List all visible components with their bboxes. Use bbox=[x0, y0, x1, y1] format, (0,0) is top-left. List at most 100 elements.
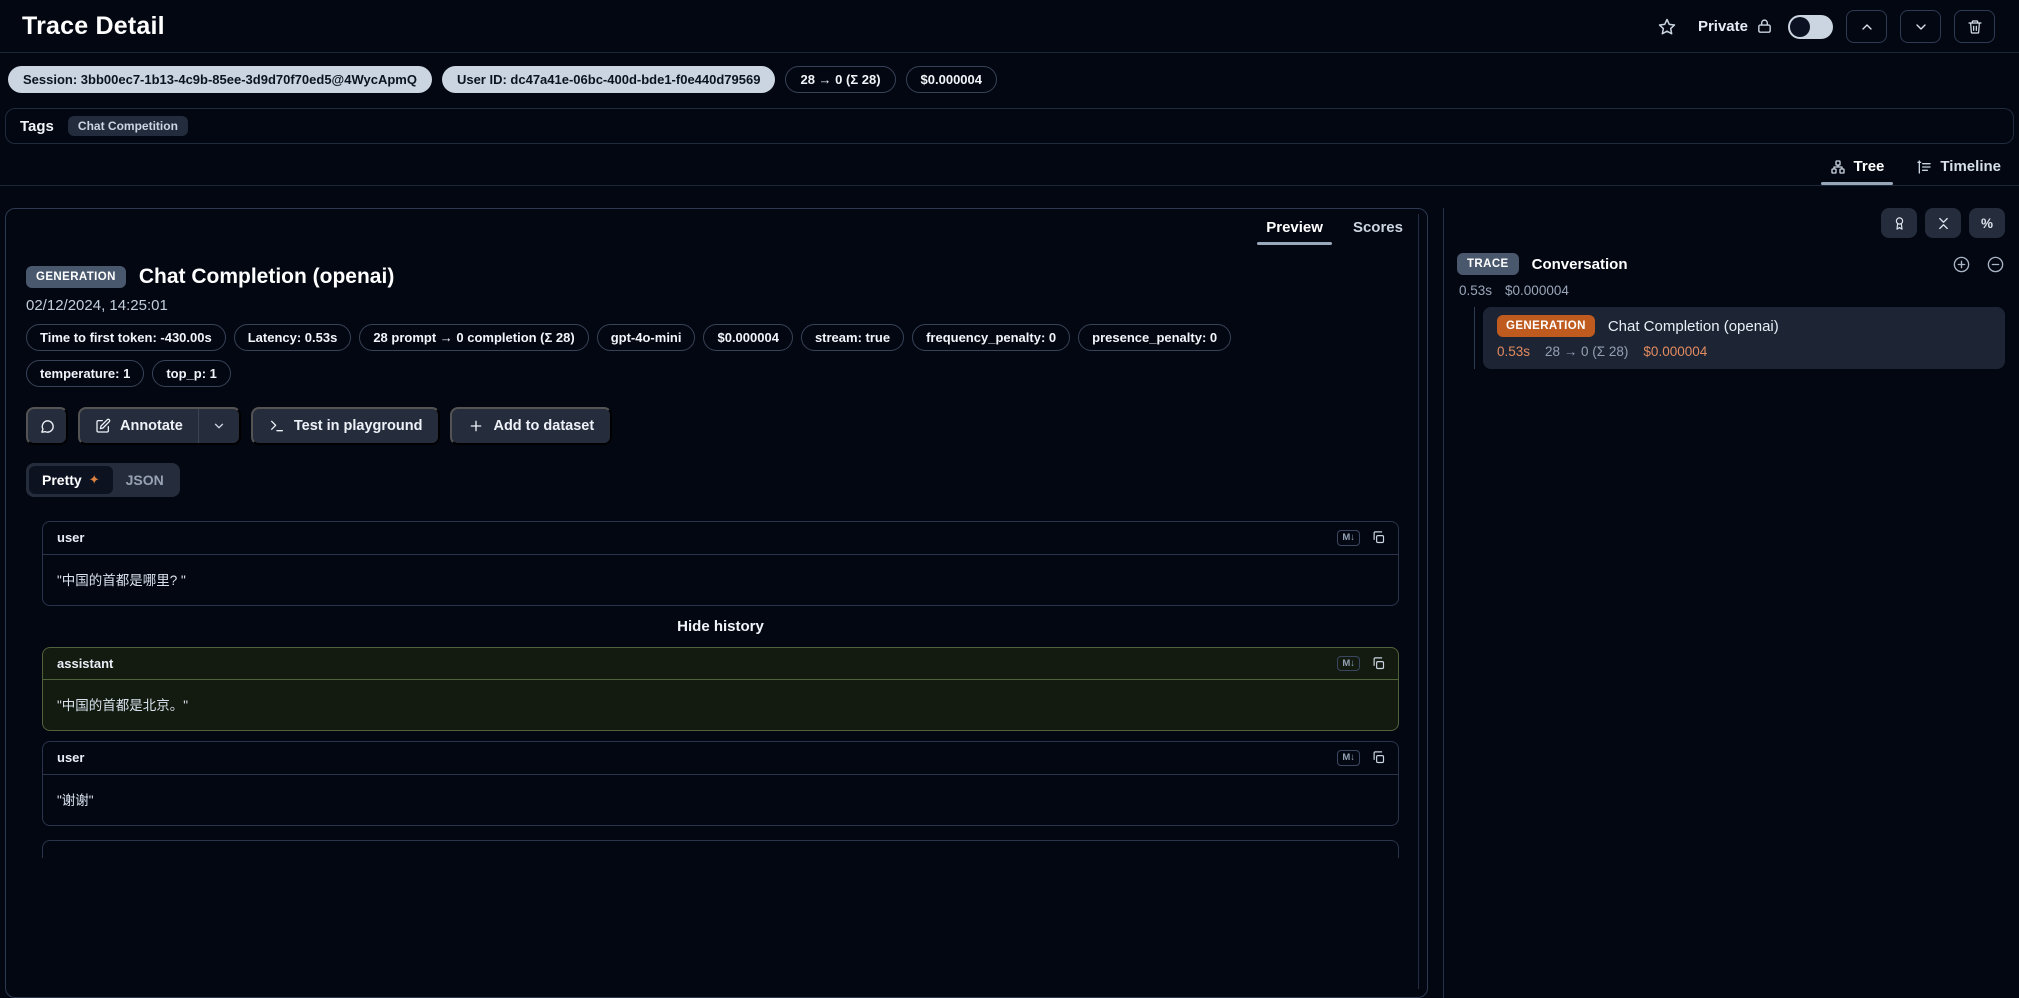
fold-vertical-icon bbox=[1936, 216, 1951, 231]
badge-top-p: top_p: 1 bbox=[152, 360, 231, 387]
message-header: assistant M↓ bbox=[43, 648, 1398, 681]
annotate-button-main[interactable]: Annotate bbox=[80, 409, 198, 443]
tree-indent-line bbox=[1474, 307, 1475, 369]
trace-latency: 0.53s bbox=[1459, 283, 1492, 298]
cost-badge: $0.000004 bbox=[906, 66, 997, 93]
badge-cost: $0.000004 bbox=[703, 324, 792, 351]
copy-icon[interactable] bbox=[1371, 656, 1386, 671]
tags-container: Tags Chat Competition bbox=[5, 108, 2014, 144]
toggle-knob bbox=[1790, 17, 1810, 37]
test-in-playground-label: Test in playground bbox=[294, 418, 423, 434]
metrics-toggle-button[interactable]: % bbox=[1969, 208, 2005, 238]
session-badge[interactable]: Session: 3bb00ec7-1b13-4c9b-85ee-3d9d70f… bbox=[8, 66, 432, 93]
message-header: user M↓ bbox=[43, 742, 1398, 775]
annotate-dropdown-button[interactable] bbox=[199, 409, 239, 443]
message-content: "中国的首都是北京。" bbox=[43, 680, 1398, 730]
badge-latency: Latency: 0.53s bbox=[234, 324, 352, 351]
tab-tree[interactable]: Tree bbox=[1830, 158, 1885, 185]
trace-tree-panel: % TRACE Conversation 0.53s $0.000004 GEN… bbox=[1444, 208, 2015, 998]
format-pretty-label: Pretty bbox=[42, 472, 82, 488]
privacy-toggle[interactable] bbox=[1788, 15, 1833, 39]
tab-preview[interactable]: Preview bbox=[1266, 219, 1323, 245]
badge-presence-penalty: presence_penalty: 0 bbox=[1078, 324, 1231, 351]
messages-list: user M↓ "中国的首都是哪里? " Hide history assist… bbox=[42, 521, 1399, 858]
annotate-label: Annotate bbox=[120, 418, 183, 434]
observation-actions: Annotate Test in playground Add to datas… bbox=[26, 407, 1399, 445]
user-id-badge[interactable]: User ID: dc47a41e-06bc-400d-bde1-f0e440d… bbox=[442, 66, 776, 93]
add-to-dataset-button[interactable]: Add to dataset bbox=[450, 407, 612, 445]
scores-toggle-button[interactable] bbox=[1881, 208, 1917, 238]
badge-model[interactable]: gpt-4o-mini bbox=[597, 324, 696, 351]
tab-scores[interactable]: Scores bbox=[1353, 219, 1403, 245]
trash-icon bbox=[1967, 19, 1983, 35]
format-json-option[interactable]: JSON bbox=[113, 466, 177, 494]
chevron-down-icon bbox=[1913, 19, 1929, 35]
test-in-playground-button[interactable]: Test in playground bbox=[251, 407, 441, 445]
tree-icon bbox=[1830, 159, 1846, 175]
copy-icon[interactable] bbox=[1371, 530, 1386, 545]
sparkles-icon: ✦ bbox=[89, 472, 100, 488]
generation-node[interactable]: GENERATION Chat Completion (openai) 0.53… bbox=[1483, 307, 2005, 369]
comment-button[interactable] bbox=[26, 407, 68, 445]
tree-toolbar: % bbox=[1457, 208, 2005, 238]
expand-all-icon[interactable] bbox=[1952, 255, 1971, 274]
hide-history-button[interactable]: Hide history bbox=[42, 618, 1399, 635]
message-content: "谢谢" bbox=[43, 775, 1398, 825]
badge-token-usage: 28 prompt → 0 completion (Σ 28) bbox=[359, 324, 588, 351]
format-pretty-option[interactable]: Pretty ✦ bbox=[29, 466, 113, 494]
format-json-label: JSON bbox=[126, 472, 164, 488]
pen-square-icon bbox=[95, 418, 111, 434]
message-user-2: user M↓ "谢谢" bbox=[42, 741, 1399, 826]
collapse-icon[interactable] bbox=[1986, 255, 2005, 274]
message-tools: M↓ bbox=[1337, 530, 1386, 546]
copy-icon[interactable] bbox=[1371, 750, 1386, 765]
top-bar: Trace Detail Private bbox=[0, 0, 2019, 52]
generation-tokens: 28 → 0 (Σ 28) bbox=[1545, 344, 1628, 359]
observation-type-badge: GENERATION bbox=[26, 266, 126, 288]
collapse-all-button[interactable] bbox=[1925, 208, 1961, 238]
message-assistant: assistant M↓ "中国的首都是北京。" bbox=[42, 647, 1399, 732]
format-toggle: Pretty ✦ JSON bbox=[26, 463, 180, 497]
star-icon[interactable] bbox=[1657, 17, 1677, 37]
tab-scores-label: Scores bbox=[1353, 219, 1403, 236]
page-title: Trace Detail bbox=[22, 12, 165, 41]
plus-icon bbox=[468, 418, 484, 434]
tags-label: Tags bbox=[20, 118, 54, 135]
markdown-toggle-icon[interactable]: M↓ bbox=[1337, 656, 1360, 672]
privacy-label: Private bbox=[1698, 18, 1748, 35]
percent-icon: % bbox=[1981, 216, 1993, 231]
observation-title-row: GENERATION Chat Completion (openai) bbox=[26, 265, 1399, 289]
message-next-cutoff bbox=[42, 840, 1399, 858]
observation-panel: Preview Scores GENERATION Chat Completio… bbox=[5, 208, 1428, 998]
badge-temperature: temperature: 1 bbox=[26, 360, 144, 387]
timeline-icon bbox=[1916, 159, 1932, 175]
main-area: Preview Scores GENERATION Chat Completio… bbox=[0, 186, 2019, 998]
add-to-dataset-label: Add to dataset bbox=[493, 418, 594, 434]
message-tools: M↓ bbox=[1337, 656, 1386, 672]
comment-icon bbox=[39, 418, 56, 435]
panel-scrollbar[interactable] bbox=[1418, 214, 1419, 989]
observation-timestamp: 02/12/2024, 14:25:01 bbox=[26, 297, 1399, 314]
next-trace-button[interactable] bbox=[1900, 10, 1941, 43]
tab-timeline[interactable]: Timeline bbox=[1916, 158, 2001, 185]
observation-content: GENERATION Chat Completion (openai) 02/1… bbox=[6, 245, 1427, 858]
token-usage-badge: 28 → 0 (Σ 28) bbox=[785, 66, 895, 93]
markdown-toggle-icon[interactable]: M↓ bbox=[1337, 750, 1360, 766]
generation-latency: 0.53s bbox=[1497, 344, 1530, 359]
trace-node[interactable]: TRACE Conversation bbox=[1457, 253, 2005, 275]
tab-timeline-indicator bbox=[1907, 182, 2010, 185]
tab-timeline-label: Timeline bbox=[1940, 158, 2001, 175]
generation-node-metrics: 0.53s 28 → 0 (Σ 28) $0.000004 bbox=[1497, 344, 1991, 359]
tab-preview-label: Preview bbox=[1266, 219, 1323, 236]
message-content: "中国的首都是哪里? " bbox=[43, 555, 1398, 605]
observation-title: Chat Completion (openai) bbox=[139, 265, 395, 289]
previous-trace-button[interactable] bbox=[1846, 10, 1887, 43]
terminal-icon bbox=[269, 418, 285, 434]
tag-chat-competition[interactable]: Chat Competition bbox=[68, 116, 188, 136]
generation-type-badge: GENERATION bbox=[1497, 315, 1595, 337]
markdown-toggle-icon[interactable]: M↓ bbox=[1337, 530, 1360, 546]
annotate-button[interactable]: Annotate bbox=[78, 407, 241, 445]
tree-children: GENERATION Chat Completion (openai) 0.53… bbox=[1457, 307, 2005, 369]
chevron-down-icon bbox=[212, 419, 226, 433]
delete-trace-button[interactable] bbox=[1954, 10, 1995, 43]
